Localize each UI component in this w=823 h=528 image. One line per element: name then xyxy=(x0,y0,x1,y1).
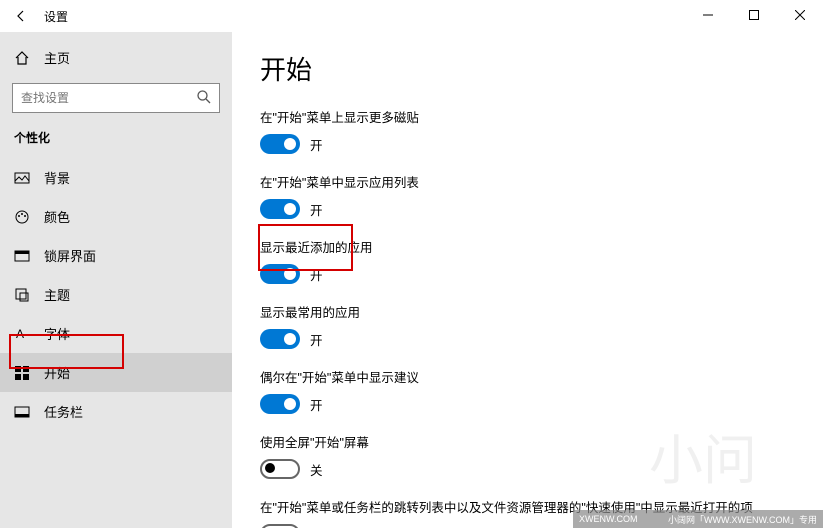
start-icon xyxy=(14,365,30,381)
toggle[interactable] xyxy=(260,264,300,284)
setting-5: 使用全屏"开始"屏幕关 xyxy=(260,432,795,479)
lockscreen-icon xyxy=(14,248,30,264)
minimize-button[interactable] xyxy=(685,0,731,30)
setting-label: 在"开始"菜单或任务栏的跳转列表中以及文件资源管理器的"快速使用"中显示最近打开… xyxy=(260,497,795,516)
sidebar-item-start[interactable]: 开始 xyxy=(0,353,232,392)
sidebar-item-label: 任务栏 xyxy=(44,402,83,421)
setting-2: 显示最近添加的应用开 xyxy=(260,237,795,284)
toggle-state: 开 xyxy=(310,395,323,414)
setting-6: 在"开始"菜单或任务栏的跳转列表中以及文件资源管理器的"快速使用"中显示最近打开… xyxy=(260,497,795,528)
sidebar: 主页 个性化 背景 颜色 锁屏界面 主题 A 字体 开始 xyxy=(0,32,232,528)
sidebar-item-label: 颜色 xyxy=(44,207,70,226)
toggle[interactable] xyxy=(260,459,300,479)
toggle-state: 开 xyxy=(310,265,323,284)
page-title: 开始 xyxy=(260,50,795,87)
sidebar-item-label: 锁屏界面 xyxy=(44,246,96,265)
font-icon: A xyxy=(14,326,30,342)
home-label: 主页 xyxy=(44,48,70,67)
svg-text:A: A xyxy=(16,327,24,341)
setting-label: 偶尔在"开始"菜单中显示建议 xyxy=(260,367,795,386)
search-wrap xyxy=(12,83,220,113)
theme-icon xyxy=(14,287,30,303)
setting-label: 显示最常用的应用 xyxy=(260,302,795,321)
back-button[interactable] xyxy=(12,7,30,25)
setting-label: 在"开始"菜单中显示应用列表 xyxy=(260,172,795,191)
sidebar-item-label: 字体 xyxy=(44,324,70,343)
sidebar-item-colors[interactable]: 颜色 xyxy=(0,197,232,236)
image-icon xyxy=(14,170,30,186)
search-input[interactable] xyxy=(12,83,220,113)
setting-label: 在"开始"菜单上显示更多磁贴 xyxy=(260,107,795,126)
content: 开始 在"开始"菜单上显示更多磁贴开在"开始"菜单中显示应用列表开显示最近添加的… xyxy=(232,32,823,528)
titlebar-title: 设置 xyxy=(44,8,68,25)
toggle-state: 开 xyxy=(310,330,323,349)
setting-label: 使用全屏"开始"屏幕 xyxy=(260,432,795,451)
setting-0: 在"开始"菜单上显示更多磁贴开 xyxy=(260,107,795,154)
sidebar-item-background[interactable]: 背景 xyxy=(0,158,232,197)
setting-1: 在"开始"菜单中显示应用列表开 xyxy=(260,172,795,219)
titlebar: 设置 xyxy=(0,0,823,32)
sidebar-item-lockscreen[interactable]: 锁屏界面 xyxy=(0,236,232,275)
sidebar-item-label: 主题 xyxy=(44,285,70,304)
setting-label: 显示最近添加的应用 xyxy=(260,237,795,256)
sidebar-item-fonts[interactable]: A 字体 xyxy=(0,314,232,353)
setting-3: 显示最常用的应用开 xyxy=(260,302,795,349)
toggle[interactable] xyxy=(260,394,300,414)
close-button[interactable] xyxy=(777,0,823,30)
setting-4: 偶尔在"开始"菜单中显示建议开 xyxy=(260,367,795,414)
toggle-state: 关 xyxy=(310,460,323,479)
home-button[interactable]: 主页 xyxy=(0,40,232,79)
toggle[interactable] xyxy=(260,524,300,528)
toggle[interactable] xyxy=(260,199,300,219)
window-controls xyxy=(685,0,823,30)
toggle[interactable] xyxy=(260,329,300,349)
section-title: 个性化 xyxy=(0,127,232,158)
maximize-button[interactable] xyxy=(731,0,777,30)
sidebar-item-themes[interactable]: 主题 xyxy=(0,275,232,314)
toggle-state: 开 xyxy=(310,200,323,219)
taskbar-icon xyxy=(14,404,30,420)
sidebar-item-taskbar[interactable]: 任务栏 xyxy=(0,392,232,431)
toggle-state: 开 xyxy=(310,135,323,154)
search-icon xyxy=(196,89,212,105)
sidebar-item-label: 开始 xyxy=(44,363,70,382)
palette-icon xyxy=(14,209,30,225)
toggle[interactable] xyxy=(260,134,300,154)
toggle-state: 关 xyxy=(310,525,323,528)
sidebar-item-label: 背景 xyxy=(44,168,70,187)
home-icon xyxy=(14,50,30,66)
nav: 背景 颜色 锁屏界面 主题 A 字体 开始 任务栏 xyxy=(0,158,232,431)
